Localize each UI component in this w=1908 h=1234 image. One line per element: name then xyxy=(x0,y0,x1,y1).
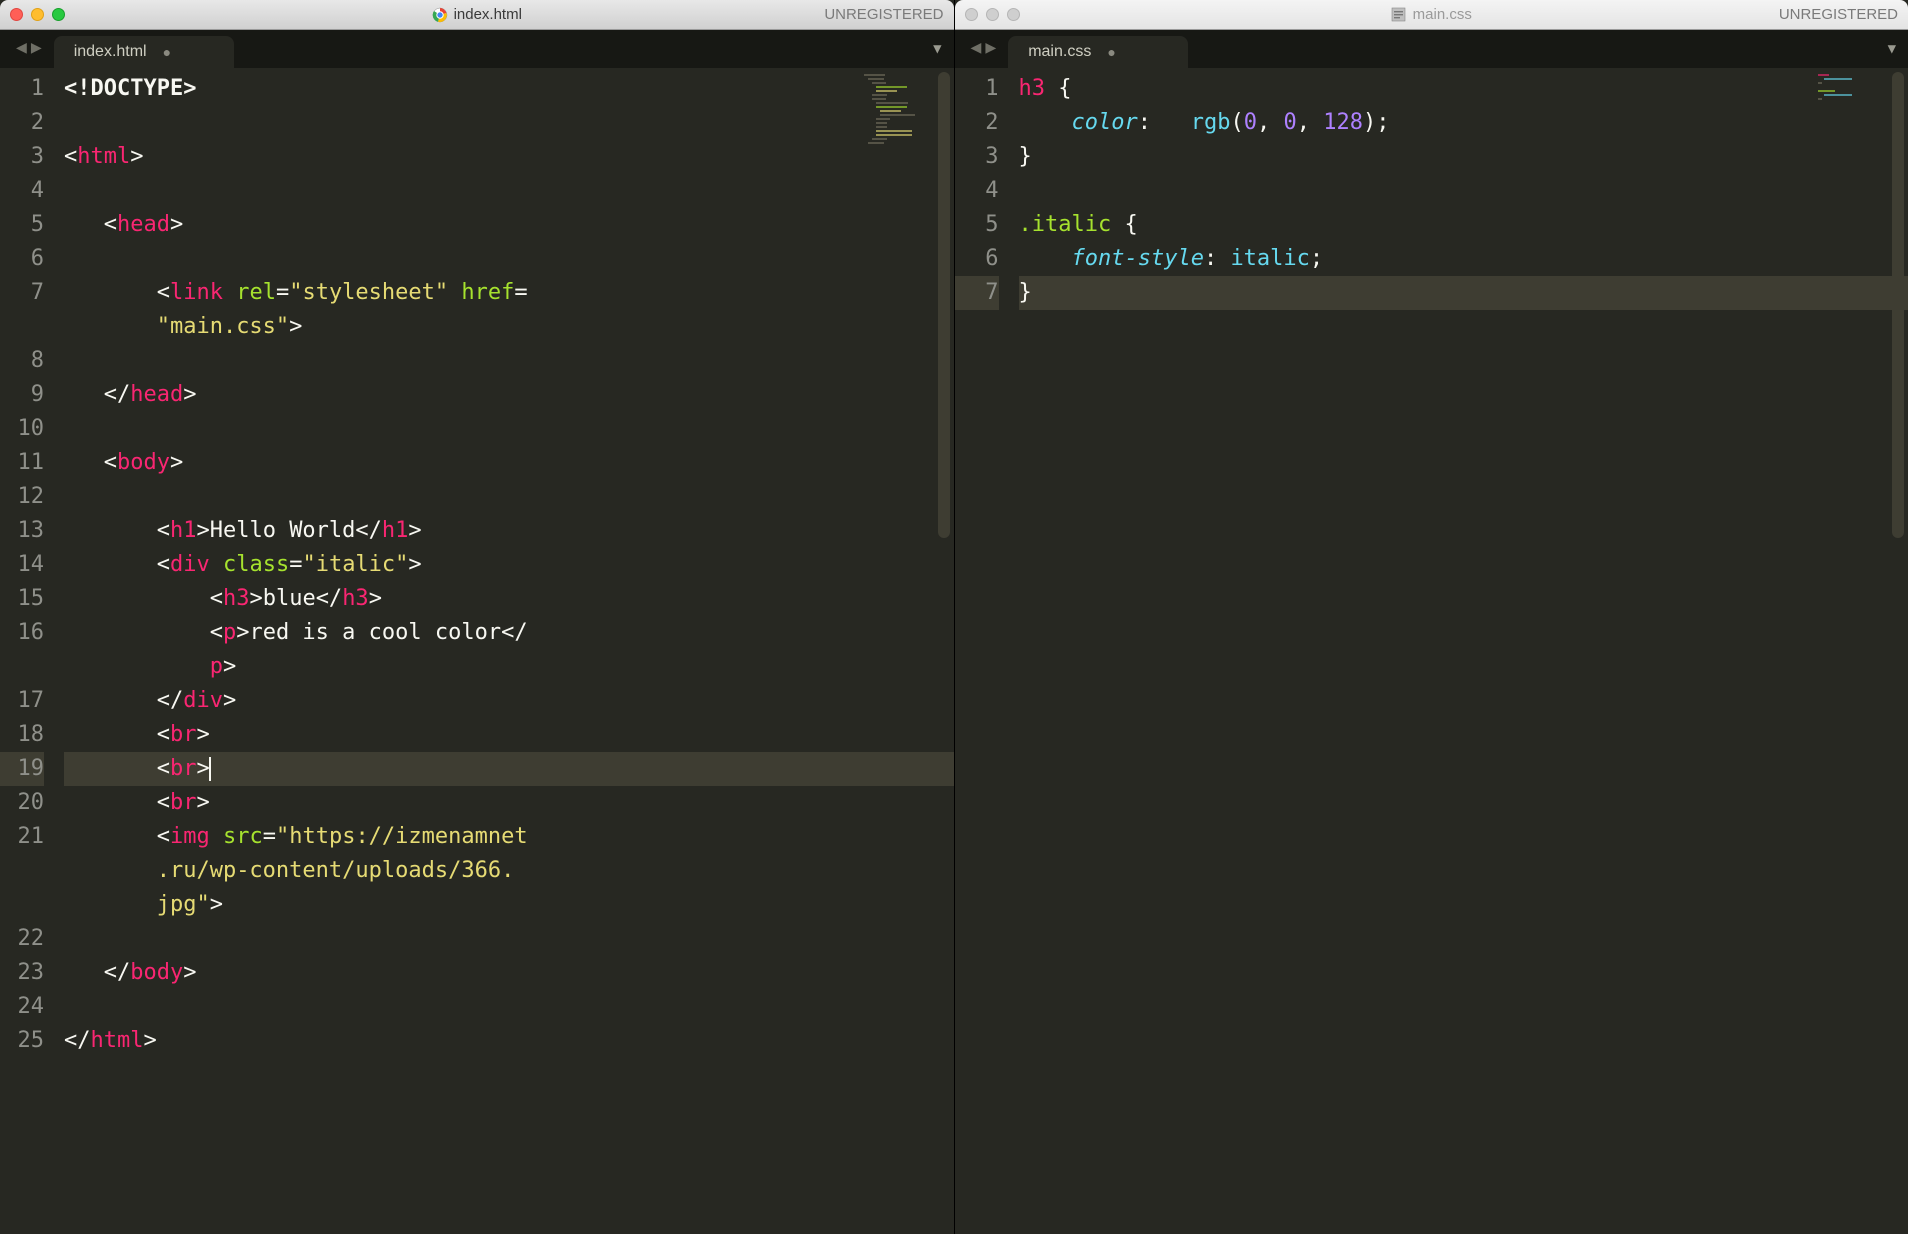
tab-label: index.html xyxy=(74,43,147,61)
left-titlebar[interactable]: index.html UNREGISTERED xyxy=(0,0,954,30)
app-root: index.html UNREGISTERED ◀ ▶ index.html ●… xyxy=(0,0,1908,1234)
left-code[interactable]: <!DOCTYPE> <html> <head> <link rel="styl… xyxy=(58,68,954,1234)
left-tabbar: ◀ ▶ index.html ● ▼ xyxy=(0,30,954,68)
registration-status: UNREGISTERED xyxy=(824,6,943,23)
window-title-text: main.css xyxy=(1413,6,1472,23)
tab-dirty-indicator: ● xyxy=(1107,44,1115,60)
tab-dirty-indicator: ● xyxy=(163,44,171,60)
close-window-button[interactable] xyxy=(10,8,23,21)
nav-forward[interactable]: ▶ xyxy=(31,37,42,58)
nav-back[interactable]: ◀ xyxy=(16,37,27,58)
right-gutter: 1234567 xyxy=(955,68,1013,1234)
tabbar-dropdown-icon[interactable]: ▼ xyxy=(933,41,941,57)
minimize-window-button[interactable] xyxy=(31,8,44,21)
scrollbar[interactable] xyxy=(938,72,950,538)
tabbar-dropdown-icon[interactable]: ▼ xyxy=(1888,41,1896,57)
minimize-window-button[interactable] xyxy=(986,8,999,21)
zoom-window-button[interactable] xyxy=(1007,8,1020,21)
right-editor[interactable]: 1234567 h3 { color: rgb(0, 0, 128);} .it… xyxy=(955,68,1908,1234)
close-window-button[interactable] xyxy=(965,8,978,21)
nav-arrows: ◀ ▶ xyxy=(967,37,1009,68)
right-code[interactable]: h3 { color: rgb(0, 0, 128);} .italic { f… xyxy=(1013,68,1908,1234)
window-title: main.css xyxy=(955,6,1908,23)
chrome-file-icon xyxy=(432,7,448,23)
css-file-icon xyxy=(1391,7,1407,23)
nav-arrows: ◀ ▶ xyxy=(12,37,54,68)
traffic-lights xyxy=(10,8,65,21)
left-editor[interactable]: 1234567 8910111213141516 1718192021 2223… xyxy=(0,68,954,1234)
left-gutter: 1234567 8910111213141516 1718192021 2223… xyxy=(0,68,58,1234)
zoom-window-button[interactable] xyxy=(52,8,65,21)
right-pane: main.css UNREGISTERED ◀ ▶ main.css ● ▼ 1… xyxy=(955,0,1908,1234)
tab-index-html[interactable]: index.html ● xyxy=(54,36,234,68)
tab-main-css[interactable]: main.css ● xyxy=(1008,36,1188,68)
traffic-lights xyxy=(965,8,1020,21)
right-tabbar: ◀ ▶ main.css ● ▼ xyxy=(955,30,1908,68)
window-title: index.html xyxy=(0,6,954,23)
window-title-text: index.html xyxy=(454,6,522,23)
nav-forward[interactable]: ▶ xyxy=(985,37,996,58)
scrollbar[interactable] xyxy=(1892,72,1904,538)
registration-status: UNREGISTERED xyxy=(1779,6,1898,23)
left-pane: index.html UNREGISTERED ◀ ▶ index.html ●… xyxy=(0,0,955,1234)
nav-back[interactable]: ◀ xyxy=(971,37,982,58)
tab-label: main.css xyxy=(1028,43,1091,61)
right-titlebar[interactable]: main.css UNREGISTERED xyxy=(955,0,1908,30)
